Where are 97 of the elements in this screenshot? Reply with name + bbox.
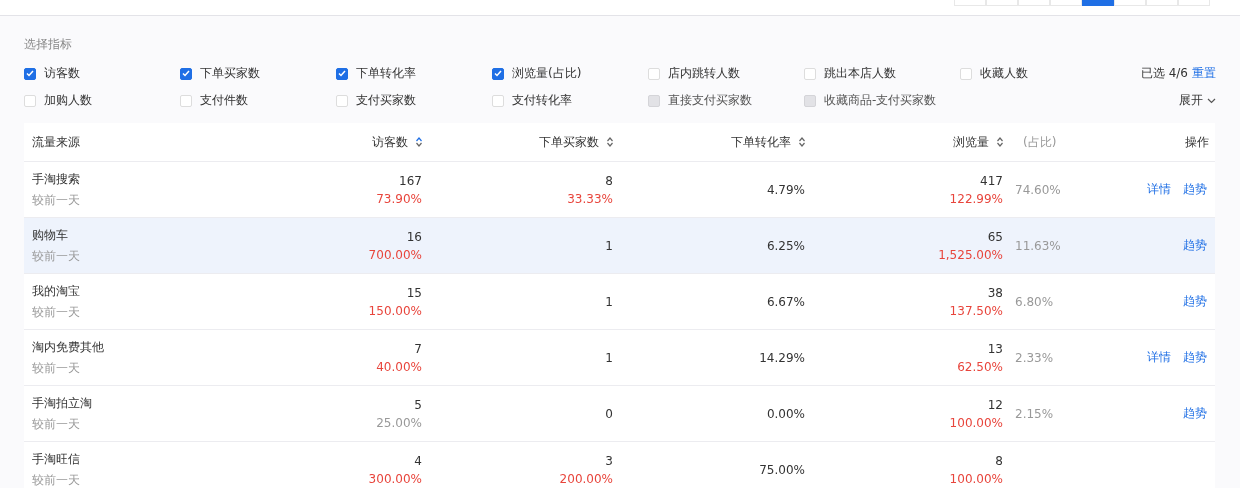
table-cell: 1 xyxy=(605,238,613,253)
change-rate: 62.50% xyxy=(957,359,1003,374)
column-header: 流量来源 xyxy=(32,133,80,151)
change-rate: 73.90% xyxy=(376,191,422,206)
sort-icon[interactable] xyxy=(416,137,422,147)
checkbox-label: 浏览量(占比) xyxy=(512,65,582,82)
table-cell: 0.00% xyxy=(766,406,805,421)
source-name: 购物车 xyxy=(32,226,68,244)
table-cell: 13 xyxy=(987,341,1003,356)
change-rate: 300.00% xyxy=(368,471,422,486)
checkbox[interactable] xyxy=(24,67,36,80)
change-rate: 1,525.00% xyxy=(938,247,1003,262)
table-cell: 8 xyxy=(605,173,613,188)
chevron-down-icon xyxy=(1207,97,1216,104)
source-name: 手淘旺信 xyxy=(32,450,80,468)
checkbox-label: 支付买家数 xyxy=(356,92,416,109)
checkbox-label: 下单转化率 xyxy=(356,65,416,82)
table-cell: 1 xyxy=(605,294,613,309)
change-rate: 122.99% xyxy=(949,191,1003,206)
table-cell: 6.67% xyxy=(766,294,805,309)
action-link[interactable]: 趋势 xyxy=(1183,237,1207,254)
change-rate: 137.50% xyxy=(949,303,1003,318)
checkbox[interactable] xyxy=(180,67,192,80)
column-note: (占比) xyxy=(1022,133,1057,151)
selected-count: 已选 4/6 xyxy=(1140,65,1188,82)
compare-label: 较前一天 xyxy=(32,471,80,488)
action-link[interactable]: 详情 xyxy=(1147,349,1171,366)
table-cell: 12 xyxy=(987,397,1003,412)
action-link[interactable]: 趋势 xyxy=(1183,293,1207,310)
checkbox-label: 收藏商品-支付买家数 xyxy=(824,92,937,109)
share-value: 6.80% xyxy=(1014,294,1054,309)
checkbox-label: 收藏人数 xyxy=(980,65,1028,82)
share-value: 11.63% xyxy=(1014,238,1061,253)
change-rate: 150.00% xyxy=(368,303,422,318)
share-value: 74.60% xyxy=(1014,182,1061,197)
column-header: 下单买家数 xyxy=(539,133,599,151)
column-header: 操作 xyxy=(1185,133,1209,151)
table-cell: 5 xyxy=(414,397,422,412)
checkbox-label: 直接支付买家数 xyxy=(668,92,752,109)
change-rate: 40.00% xyxy=(376,359,422,374)
table-cell: 3 xyxy=(605,453,613,468)
checkbox-label: 店内跳转人数 xyxy=(668,65,740,82)
action-link[interactable]: 趋势 xyxy=(1183,181,1207,198)
table-cell: 65 xyxy=(987,229,1003,244)
sort-icon[interactable] xyxy=(799,137,805,147)
section-title: 选择指标 xyxy=(24,36,73,53)
table-cell: 6.25% xyxy=(766,238,805,253)
action-link[interactable]: 详情 xyxy=(1147,181,1171,198)
table-cell: 1 xyxy=(605,350,613,365)
table-cell: 417 xyxy=(980,173,1003,188)
share-value: 2.15% xyxy=(1014,406,1054,421)
table-cell: 4 xyxy=(414,453,422,468)
checkbox-label: 下单买家数 xyxy=(200,65,260,82)
column-header: 访客数 xyxy=(372,133,408,151)
source-name: 我的淘宝 xyxy=(32,282,80,300)
checkbox-label: 支付转化率 xyxy=(512,92,572,109)
table-cell: 15 xyxy=(406,285,422,300)
change-rate: 200.00% xyxy=(559,471,613,486)
checkbox[interactable] xyxy=(492,67,504,80)
expand-toggle[interactable]: 展开 xyxy=(1179,92,1216,109)
compare-label: 较前一天 xyxy=(32,303,80,321)
change-rate: 33.33% xyxy=(567,191,613,206)
compare-label: 较前一天 xyxy=(32,359,80,377)
reset-link[interactable]: 重置 xyxy=(1192,65,1216,82)
column-header: 下单转化率 xyxy=(731,133,791,151)
table-cell: 4.79% xyxy=(766,182,805,197)
change-rate: 25.00% xyxy=(376,415,422,430)
compare-label: 较前一天 xyxy=(32,247,80,265)
source-name: 手淘搜索 xyxy=(32,170,80,188)
checkbox-label: 跳出本店人数 xyxy=(824,65,896,82)
column-header: 浏览量 xyxy=(953,133,989,151)
compare-label: 较前一天 xyxy=(32,191,80,209)
checkbox[interactable] xyxy=(336,67,348,80)
sort-icon[interactable] xyxy=(607,137,613,147)
checkbox-label: 支付件数 xyxy=(200,92,248,109)
table-cell: 0 xyxy=(605,406,613,421)
action-link[interactable]: 趋势 xyxy=(1183,405,1207,422)
table-cell: 14.29% xyxy=(759,350,805,365)
table-cell: 38 xyxy=(987,285,1003,300)
source-name: 手淘拍立淘 xyxy=(32,394,92,412)
sort-icon[interactable] xyxy=(997,137,1003,147)
share-value: 2.33% xyxy=(1014,350,1054,365)
change-rate: 700.00% xyxy=(368,247,422,262)
checkbox-label: 访客数 xyxy=(44,65,80,82)
table-cell: 8 xyxy=(995,453,1003,468)
table-cell: 167 xyxy=(399,173,422,188)
source-name: 淘内免费其他 xyxy=(32,338,104,356)
table-cell: 75.00% xyxy=(759,462,805,477)
table-cell: 16 xyxy=(406,229,422,244)
change-rate: 100.00% xyxy=(949,415,1003,430)
compare-label: 较前一天 xyxy=(32,415,80,433)
action-link[interactable]: 趋势 xyxy=(1183,349,1207,366)
segment-tab[interactable] xyxy=(1082,0,1114,6)
checkbox-label: 加购人数 xyxy=(44,92,92,109)
change-rate: 100.00% xyxy=(949,471,1003,486)
table-cell: 7 xyxy=(414,341,422,356)
table-row[interactable]: 手淘旺信 较前一天 4 300.00% 3 200.00% 75.00% 8 100.00% xyxy=(24,442,1215,488)
